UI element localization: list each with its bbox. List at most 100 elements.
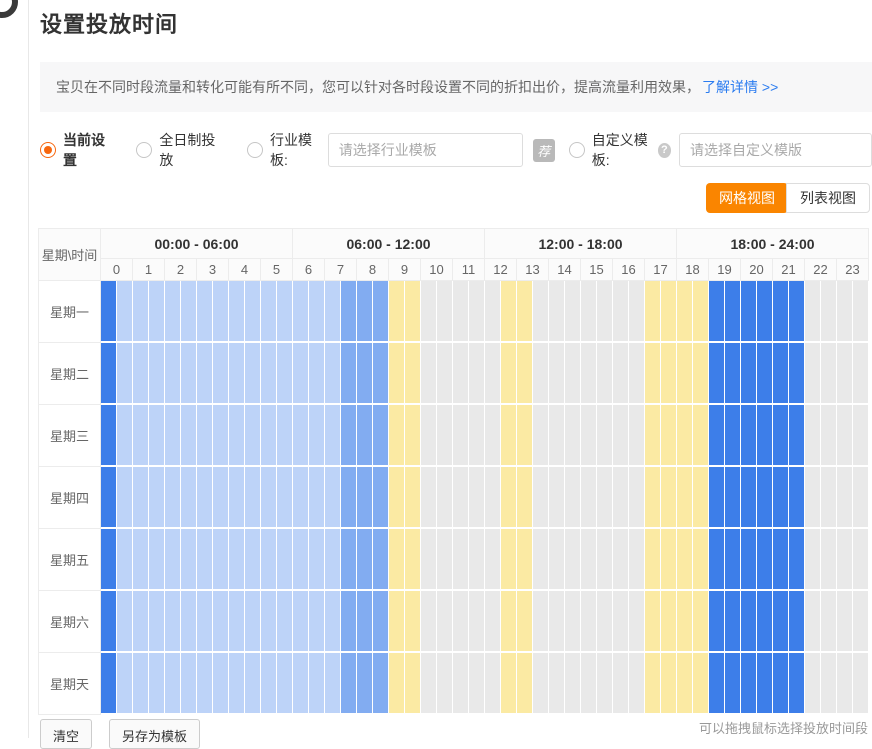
time-cell[interactable] bbox=[149, 281, 165, 343]
time-cell[interactable] bbox=[277, 653, 293, 715]
time-cell[interactable] bbox=[117, 591, 133, 653]
time-cell[interactable] bbox=[421, 405, 437, 467]
time-cell[interactable] bbox=[261, 591, 277, 653]
time-cell[interactable] bbox=[389, 343, 405, 405]
time-cell[interactable] bbox=[373, 591, 389, 653]
time-cell[interactable] bbox=[389, 281, 405, 343]
time-cell[interactable] bbox=[805, 591, 821, 653]
time-cell[interactable] bbox=[213, 281, 229, 343]
time-cell[interactable] bbox=[533, 653, 549, 715]
time-cell[interactable] bbox=[629, 467, 645, 529]
time-cell[interactable] bbox=[645, 467, 661, 529]
time-cell[interactable] bbox=[565, 281, 581, 343]
time-cell[interactable] bbox=[165, 405, 181, 467]
time-cell[interactable] bbox=[821, 591, 837, 653]
custom-template-input[interactable] bbox=[679, 133, 872, 167]
time-cell[interactable] bbox=[597, 405, 613, 467]
time-cell[interactable] bbox=[309, 529, 325, 591]
time-cell[interactable] bbox=[645, 653, 661, 715]
time-cell[interactable] bbox=[181, 591, 197, 653]
time-cell[interactable] bbox=[101, 467, 117, 529]
time-cell[interactable] bbox=[149, 467, 165, 529]
time-cell[interactable] bbox=[821, 653, 837, 715]
time-cell[interactable] bbox=[677, 653, 693, 715]
time-cell[interactable] bbox=[549, 653, 565, 715]
time-cell[interactable] bbox=[149, 343, 165, 405]
time-cell[interactable] bbox=[725, 343, 741, 405]
time-cell[interactable] bbox=[693, 343, 709, 405]
time-cell[interactable] bbox=[629, 653, 645, 715]
time-cell[interactable] bbox=[213, 529, 229, 591]
time-cell[interactable] bbox=[117, 529, 133, 591]
time-cell[interactable] bbox=[261, 405, 277, 467]
time-cell[interactable] bbox=[101, 343, 117, 405]
time-cell[interactable] bbox=[197, 281, 213, 343]
time-cell[interactable] bbox=[597, 529, 613, 591]
time-cell[interactable] bbox=[149, 591, 165, 653]
time-cell[interactable] bbox=[853, 591, 869, 653]
time-cell[interactable] bbox=[245, 467, 261, 529]
time-cell[interactable] bbox=[517, 591, 533, 653]
time-cell[interactable] bbox=[709, 653, 725, 715]
time-cell[interactable] bbox=[325, 591, 341, 653]
time-cell[interactable] bbox=[741, 591, 757, 653]
time-cell[interactable] bbox=[469, 591, 485, 653]
time-cell[interactable] bbox=[325, 405, 341, 467]
time-cell[interactable] bbox=[805, 405, 821, 467]
time-cell[interactable] bbox=[661, 591, 677, 653]
time-cell[interactable] bbox=[229, 467, 245, 529]
time-cell[interactable] bbox=[309, 405, 325, 467]
time-cell[interactable] bbox=[373, 281, 389, 343]
time-cell[interactable] bbox=[197, 529, 213, 591]
time-cell[interactable] bbox=[117, 467, 133, 529]
time-cell[interactable] bbox=[501, 529, 517, 591]
time-cell[interactable] bbox=[245, 591, 261, 653]
time-cell[interactable] bbox=[453, 343, 469, 405]
time-cell[interactable] bbox=[837, 529, 853, 591]
time-cell[interactable] bbox=[149, 529, 165, 591]
time-cell[interactable] bbox=[597, 591, 613, 653]
time-cell[interactable] bbox=[437, 467, 453, 529]
time-cell[interactable] bbox=[677, 529, 693, 591]
time-cell[interactable] bbox=[853, 281, 869, 343]
time-cell[interactable] bbox=[469, 653, 485, 715]
time-cell[interactable] bbox=[181, 467, 197, 529]
time-cell[interactable] bbox=[485, 343, 501, 405]
time-cell[interactable] bbox=[581, 467, 597, 529]
time-cell[interactable] bbox=[357, 405, 373, 467]
time-cell[interactable] bbox=[709, 405, 725, 467]
time-cell[interactable] bbox=[693, 467, 709, 529]
time-cell[interactable] bbox=[165, 343, 181, 405]
time-cell[interactable] bbox=[373, 653, 389, 715]
time-cell[interactable] bbox=[757, 529, 773, 591]
time-cell[interactable] bbox=[805, 281, 821, 343]
time-cell[interactable] bbox=[357, 591, 373, 653]
time-cell[interactable] bbox=[677, 281, 693, 343]
time-cell[interactable] bbox=[517, 343, 533, 405]
time-cell[interactable] bbox=[453, 467, 469, 529]
time-cell[interactable] bbox=[101, 405, 117, 467]
time-cell[interactable] bbox=[757, 467, 773, 529]
time-cell[interactable] bbox=[517, 467, 533, 529]
time-cell[interactable] bbox=[533, 405, 549, 467]
time-cell[interactable] bbox=[741, 529, 757, 591]
time-cell[interactable] bbox=[677, 343, 693, 405]
time-cell[interactable] bbox=[405, 281, 421, 343]
time-cell[interactable] bbox=[261, 467, 277, 529]
time-cell[interactable] bbox=[437, 591, 453, 653]
time-cell[interactable] bbox=[341, 467, 357, 529]
time-cell[interactable] bbox=[613, 653, 629, 715]
time-cell[interactable] bbox=[309, 591, 325, 653]
time-cell[interactable] bbox=[357, 343, 373, 405]
time-cell[interactable] bbox=[357, 467, 373, 529]
time-cell[interactable] bbox=[741, 653, 757, 715]
time-cell[interactable] bbox=[117, 653, 133, 715]
time-cell[interactable] bbox=[693, 405, 709, 467]
time-cell[interactable] bbox=[453, 529, 469, 591]
time-cell[interactable] bbox=[133, 529, 149, 591]
time-cell[interactable] bbox=[213, 653, 229, 715]
time-cell[interactable] bbox=[373, 467, 389, 529]
time-cell[interactable] bbox=[245, 405, 261, 467]
time-cell[interactable] bbox=[853, 653, 869, 715]
time-cell[interactable] bbox=[549, 343, 565, 405]
